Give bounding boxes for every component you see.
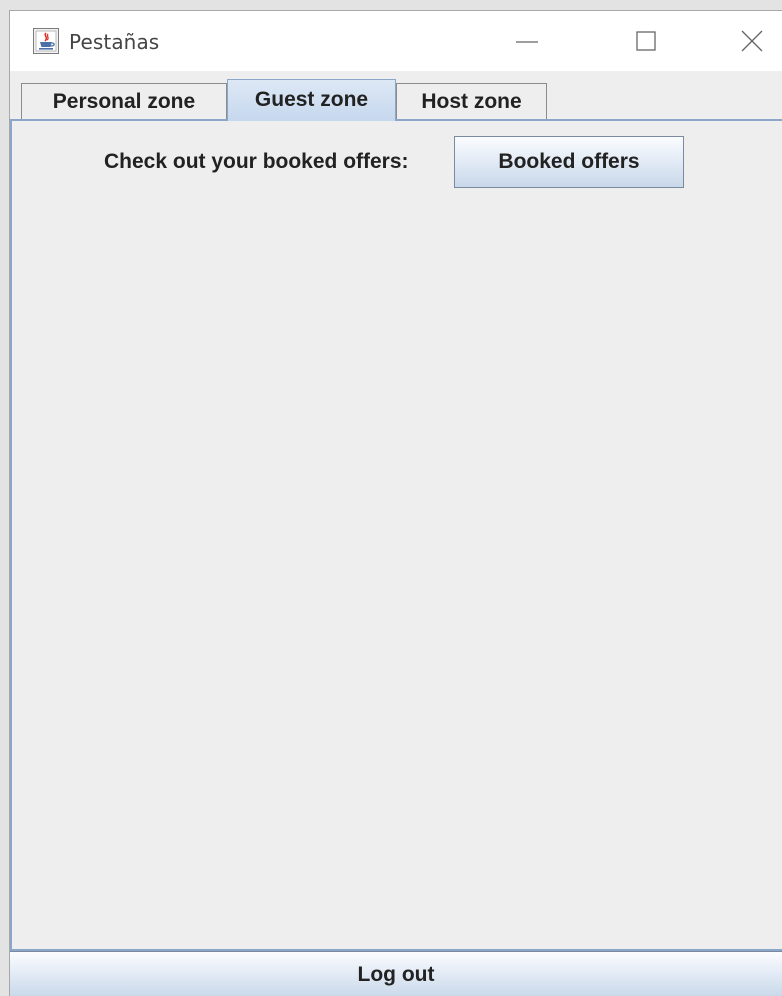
- window-title: Pestañas: [69, 30, 160, 54]
- maximize-icon[interactable]: [616, 11, 676, 71]
- minimize-icon[interactable]: [497, 11, 557, 71]
- app-window: Pestañas Personal zone Guest zone Host z…: [9, 10, 782, 996]
- java-cup-icon: [33, 28, 59, 54]
- booked-offers-row: Check out your booked offers: Booked off…: [12, 136, 782, 190]
- tab-host-zone[interactable]: Host zone: [396, 83, 547, 121]
- tab-guest-zone[interactable]: Guest zone: [227, 79, 396, 121]
- tab-strip: Personal zone Guest zone Host zone: [10, 71, 782, 121]
- close-icon[interactable]: [722, 11, 782, 71]
- logout-button[interactable]: Log out: [10, 951, 782, 996]
- booked-offers-button[interactable]: Booked offers: [454, 136, 684, 188]
- guest-zone-panel: Check out your booked offers: Booked off…: [10, 119, 782, 951]
- booked-offers-label: Check out your booked offers:: [104, 150, 409, 173]
- title-bar[interactable]: Pestañas: [10, 11, 782, 71]
- tab-personal-zone[interactable]: Personal zone: [21, 83, 227, 121]
